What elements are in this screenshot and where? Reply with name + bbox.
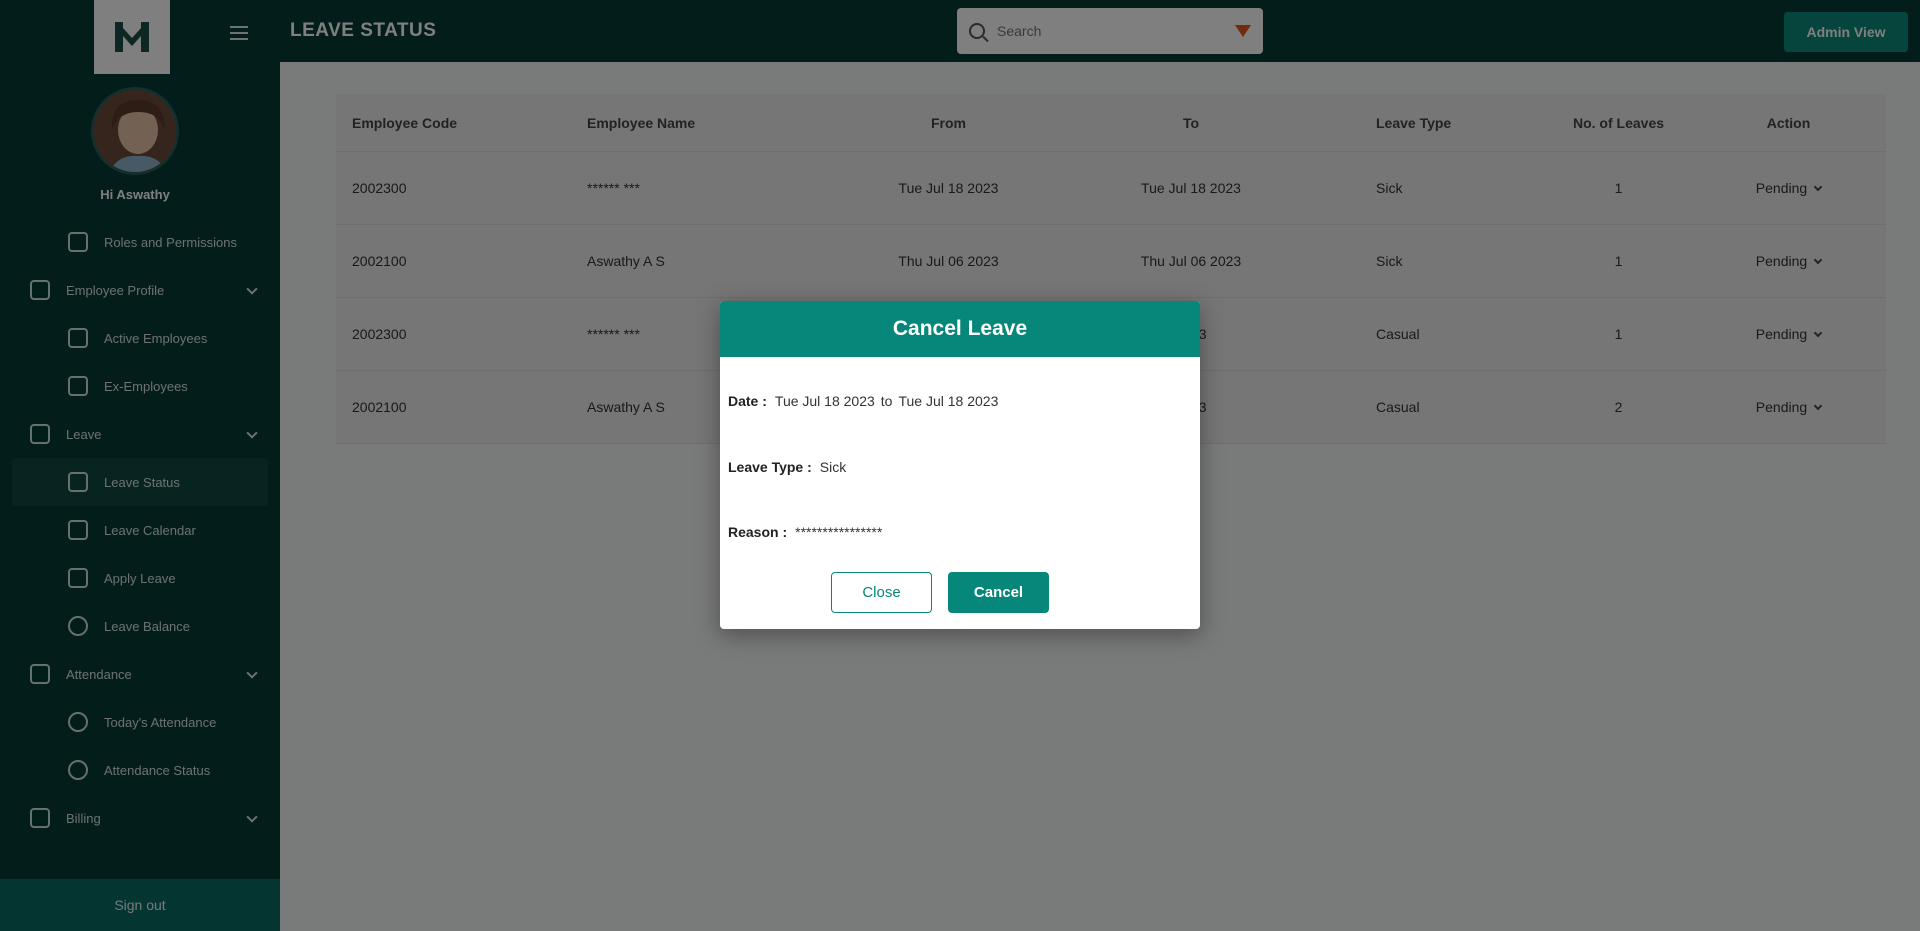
close-button[interactable]: Close [831,572,932,613]
dialog-title: Cancel Leave [720,301,1200,357]
date-row: Date : Tue Jul 18 2023 to Tue Jul 18 2023 [728,393,998,409]
leave-type-row: Leave Type : Sick [728,459,846,475]
date-to-value: Tue Jul 18 2023 [898,393,999,409]
leave-type-value: Sick [819,459,847,475]
date-separator: to [880,393,893,409]
date-from-value: Tue Jul 18 2023 [774,393,875,409]
leave-type-label: Leave Type : [728,459,812,475]
cancel-leave-dialog: Cancel Leave Date : Tue Jul 18 2023 to Tue … [720,301,1200,629]
reason-value: **************** [795,524,883,540]
reason-row: Reason : **************** [728,524,882,540]
date-label: Date : [728,393,767,409]
reason-label: Reason : [728,524,788,540]
cancel-button[interactable]: Cancel [948,572,1049,613]
